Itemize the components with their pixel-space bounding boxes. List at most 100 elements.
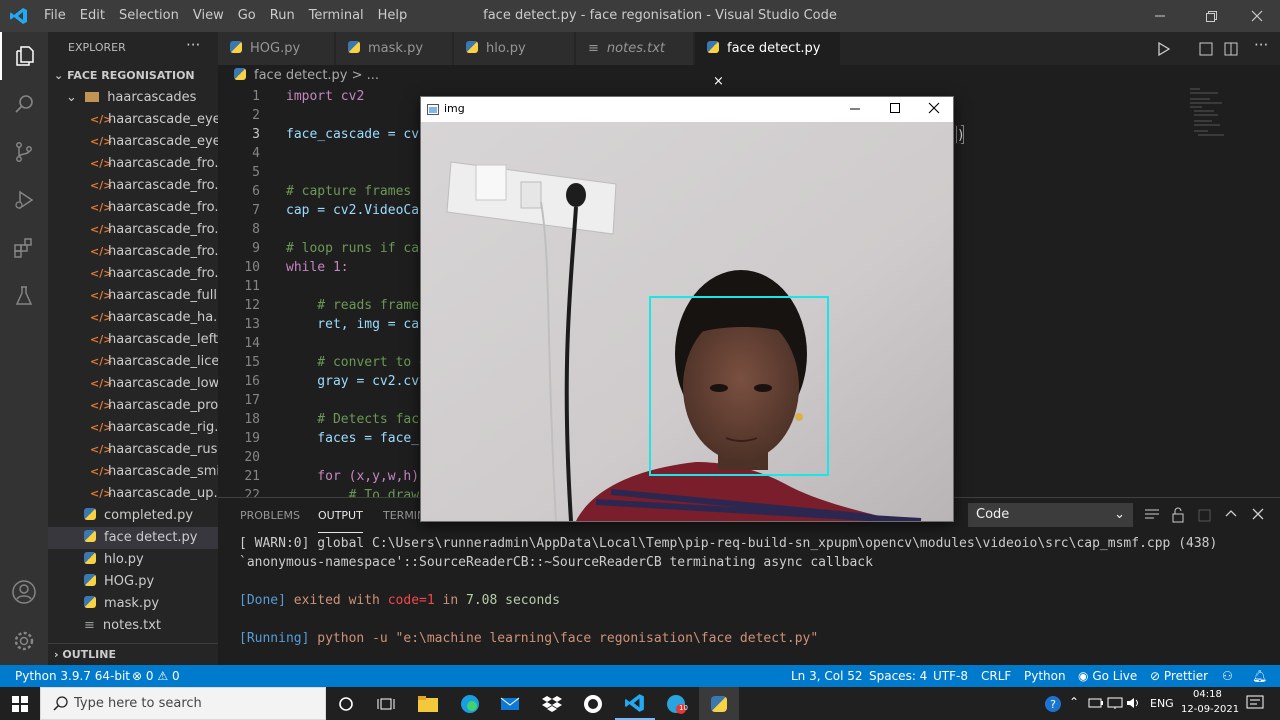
- python-taskbar-icon[interactable]: [699, 687, 739, 720]
- cursor-position[interactable]: Ln 3, Col 52: [791, 665, 863, 687]
- file-py-item[interactable]: hlo.py: [48, 549, 218, 571]
- menu-go[interactable]: Go: [231, 0, 263, 32]
- windows-start-icon[interactable]: [0, 687, 40, 720]
- python-interpreter[interactable]: Python 3.9.7 64-bit: [15, 665, 130, 687]
- dropbox-icon[interactable]: [532, 687, 572, 720]
- run-file-icon[interactable]: [1156, 41, 1172, 57]
- notifications-bell-icon[interactable]: 🔔︎: [1252, 665, 1267, 687]
- file-xml-item[interactable]: </>haarcascade_lice...: [48, 351, 218, 373]
- file-xml-item[interactable]: </>haarcascade_fro...: [48, 263, 218, 285]
- minimize-button[interactable]: [1152, 8, 1168, 24]
- close-window-button[interactable]: [1249, 8, 1265, 24]
- file-xml-item[interactable]: </>haarcascade_pro...: [48, 395, 218, 417]
- menu-file[interactable]: File: [37, 0, 73, 32]
- run-debug-icon[interactable]: [0, 176, 48, 224]
- more-actions-icon[interactable]: ···: [186, 36, 200, 54]
- file-xml-item[interactable]: </>haarcascade_up...: [48, 483, 218, 505]
- edge-browser-icon[interactable]: [450, 687, 490, 720]
- testing-flask-icon[interactable]: [0, 272, 48, 320]
- close-panel-icon[interactable]: [1250, 506, 1266, 526]
- file-py-item[interactable]: mask.py: [48, 593, 218, 615]
- tab-output[interactable]: OUTPUT: [318, 498, 363, 533]
- file-notes-txt[interactable]: ≡ notes.txt: [48, 615, 218, 637]
- system-tray-chevron-icon[interactable]: ⌃: [1069, 695, 1079, 709]
- split-editor-icon[interactable]: [1198, 41, 1214, 57]
- account-icon[interactable]: [0, 568, 48, 616]
- restore-button[interactable]: [1203, 8, 1219, 24]
- settings-gear-icon[interactable]: [0, 617, 48, 665]
- opencv-img-window[interactable]: img: [420, 96, 954, 522]
- tab-hlo-py[interactable]: hlo.py: [454, 32, 575, 65]
- language-indicator[interactable]: ENG: [1150, 697, 1174, 710]
- file-xml-item[interactable]: </>haarcascade_fro...: [48, 219, 218, 241]
- help-icon[interactable]: ?: [1044, 695, 1062, 717]
- file-xml-item[interactable]: </>haarcascade_eye...: [48, 131, 218, 153]
- maximize-panel-icon[interactable]: [1223, 505, 1239, 525]
- img-window-titlebar[interactable]: img: [421, 97, 953, 122]
- mail-icon[interactable]: [490, 687, 530, 720]
- file-xml-item[interactable]: </>haarcascade_fro...: [48, 241, 218, 263]
- go-live[interactable]: ◉ Go Live: [1078, 665, 1137, 687]
- tab-problems[interactable]: PROBLEMS: [240, 498, 300, 533]
- menu-edit[interactable]: Edit: [73, 0, 112, 32]
- file-xml-item[interactable]: </>haarcascade_left...: [48, 329, 218, 351]
- file-xml-item[interactable]: </>haarcascade_eye...: [48, 109, 218, 131]
- tab-mask-py[interactable]: mask.py: [336, 32, 453, 65]
- volume-icon[interactable]: [1126, 696, 1142, 714]
- img-maximize-button[interactable]: [889, 102, 901, 118]
- tab-face-detect-py[interactable]: face detect.py ×: [695, 32, 841, 89]
- img-close-button[interactable]: [928, 102, 940, 118]
- lock-scroll-icon[interactable]: [1170, 507, 1186, 523]
- line-ending[interactable]: CRLF: [981, 665, 1011, 687]
- action-center-icon[interactable]: [1246, 695, 1264, 715]
- task-view-icon[interactable]: [366, 687, 406, 720]
- outline-section[interactable]: › OUTLINE: [48, 643, 218, 665]
- file-py-item[interactable]: HOG.py: [48, 571, 218, 593]
- file-py-item[interactable]: face detect.py: [48, 527, 218, 549]
- output-channel-select[interactable]: Code ⌄: [968, 503, 1133, 527]
- search-icon[interactable]: [0, 80, 48, 128]
- minimap[interactable]: [1188, 87, 1268, 147]
- vscode-taskbar-icon[interactable]: [615, 687, 655, 720]
- file-py-item[interactable]: completed.py: [48, 505, 218, 527]
- file-xml-item[interactable]: </>haarcascade_rus...: [48, 439, 218, 461]
- cortana-icon[interactable]: [326, 687, 366, 720]
- folder-haarcascades[interactable]: ⌄ haarcascades: [48, 87, 218, 109]
- tab-notes-txt[interactable]: ≡ notes.txt: [576, 32, 694, 65]
- indentation[interactable]: Spaces: 4: [869, 665, 927, 687]
- file-xml-item[interactable]: </>haarcascade_smi...: [48, 461, 218, 483]
- taskbar-search[interactable]: Type here to search: [40, 687, 326, 720]
- clear-output-icon[interactable]: [1144, 508, 1160, 522]
- menu-selection[interactable]: Selection: [112, 0, 186, 32]
- file-xml-item[interactable]: </>haarcascade_low...: [48, 373, 218, 395]
- clock-time[interactable]: 04:18: [1193, 689, 1222, 700]
- language-mode[interactable]: Python: [1024, 665, 1066, 687]
- file-xml-item[interactable]: </>haarcascade_full...: [48, 285, 218, 307]
- img-minimize-button[interactable]: [849, 102, 861, 118]
- menu-help[interactable]: Help: [371, 0, 415, 32]
- clock-date[interactable]: 12-09-2021: [1181, 704, 1239, 715]
- github-icon[interactable]: [573, 687, 613, 720]
- file-xml-item[interactable]: </>haarcascade_rig...: [48, 417, 218, 439]
- encoding[interactable]: UTF-8: [933, 665, 968, 687]
- feedback-icon[interactable]: ⚇: [1222, 665, 1233, 687]
- battery-icon[interactable]: [1088, 696, 1104, 714]
- extensions-icon[interactable]: [0, 224, 48, 272]
- split-view-icon[interactable]: [1223, 41, 1239, 57]
- source-control-icon[interactable]: [0, 128, 48, 176]
- menu-terminal[interactable]: Terminal: [302, 0, 371, 32]
- open-log-icon[interactable]: [1196, 507, 1212, 523]
- problems-status[interactable]: ⊗ 0 ⚠ 0: [132, 665, 180, 687]
- menu-view[interactable]: View: [186, 0, 231, 32]
- explorer-icon[interactable]: [0, 32, 48, 80]
- tab-hog-py[interactable]: HOG.py: [218, 32, 335, 65]
- file-xml-item[interactable]: </>haarcascade_fro...: [48, 153, 218, 175]
- file-xml-item[interactable]: </>haarcascade_fro...: [48, 175, 218, 197]
- menu-run[interactable]: Run: [263, 0, 302, 32]
- editor-more-icon[interactable]: ···: [1254, 36, 1268, 54]
- workspace-root[interactable]: ⌄ FACE REGONISATION: [48, 65, 218, 87]
- file-xml-item[interactable]: </>haarcascade_fro...: [48, 197, 218, 219]
- prettier[interactable]: ⊘ Prettier: [1150, 665, 1208, 687]
- file-xml-item[interactable]: </>haarcascade_ha...: [48, 307, 218, 329]
- chat-app-icon[interactable]: 10: [656, 687, 696, 720]
